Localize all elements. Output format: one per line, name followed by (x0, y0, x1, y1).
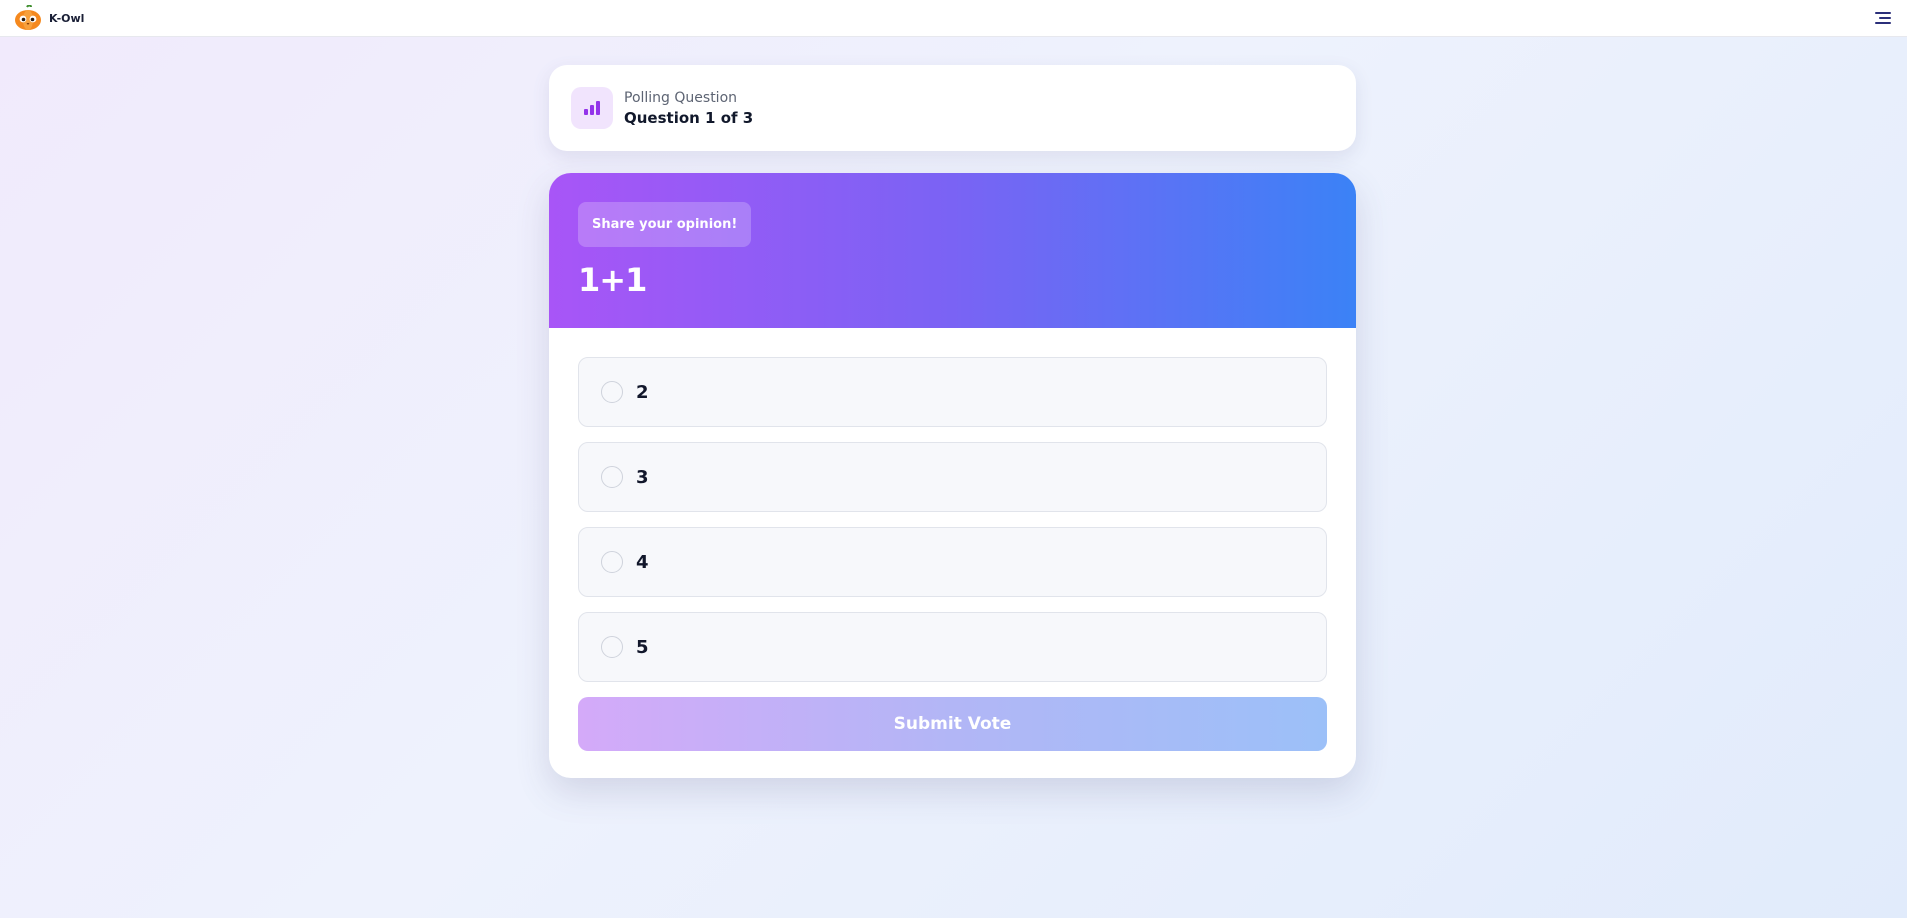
bar-chart-icon (571, 87, 613, 129)
hamburger-menu-icon[interactable] (1875, 10, 1893, 26)
poll-banner: Share your opinion! 1+1 (549, 173, 1356, 328)
top-navigation-bar: K-Owl (0, 0, 1907, 37)
submit-vote-button[interactable]: Submit Vote (578, 697, 1327, 751)
pumpkin-owl-logo-icon (15, 5, 41, 30)
share-opinion-badge: Share your opinion! (578, 202, 752, 247)
app-name: K-Owl (49, 11, 85, 25)
radio-button[interactable] (601, 636, 623, 658)
answer-option-3[interactable]: 3 (578, 442, 1327, 512)
poll-card: Share your opinion! 1+1 2 3 4 5 Submit V… (549, 173, 1356, 778)
answer-option-label: 5 (636, 636, 649, 658)
radio-button[interactable] (601, 466, 623, 488)
answer-option-label: 4 (636, 551, 649, 573)
answer-option-4[interactable]: 4 (578, 527, 1327, 597)
brand[interactable]: K-Owl (14, 5, 84, 31)
question-header-card: Polling Question Question 1 of 3 (549, 65, 1356, 151)
question-progress: Question 1 of 3 (624, 108, 754, 127)
answer-option-5[interactable]: 5 (578, 612, 1327, 682)
answer-options: 2 3 4 5 (549, 328, 1356, 682)
answer-option-label: 3 (636, 466, 649, 488)
polling-question-label: Polling Question (624, 89, 738, 106)
answer-option-2[interactable]: 2 (578, 357, 1327, 427)
radio-button[interactable] (601, 381, 623, 403)
answer-option-label: 2 (636, 381, 649, 403)
question-text: 1+1 (578, 261, 647, 299)
radio-button[interactable] (601, 551, 623, 573)
